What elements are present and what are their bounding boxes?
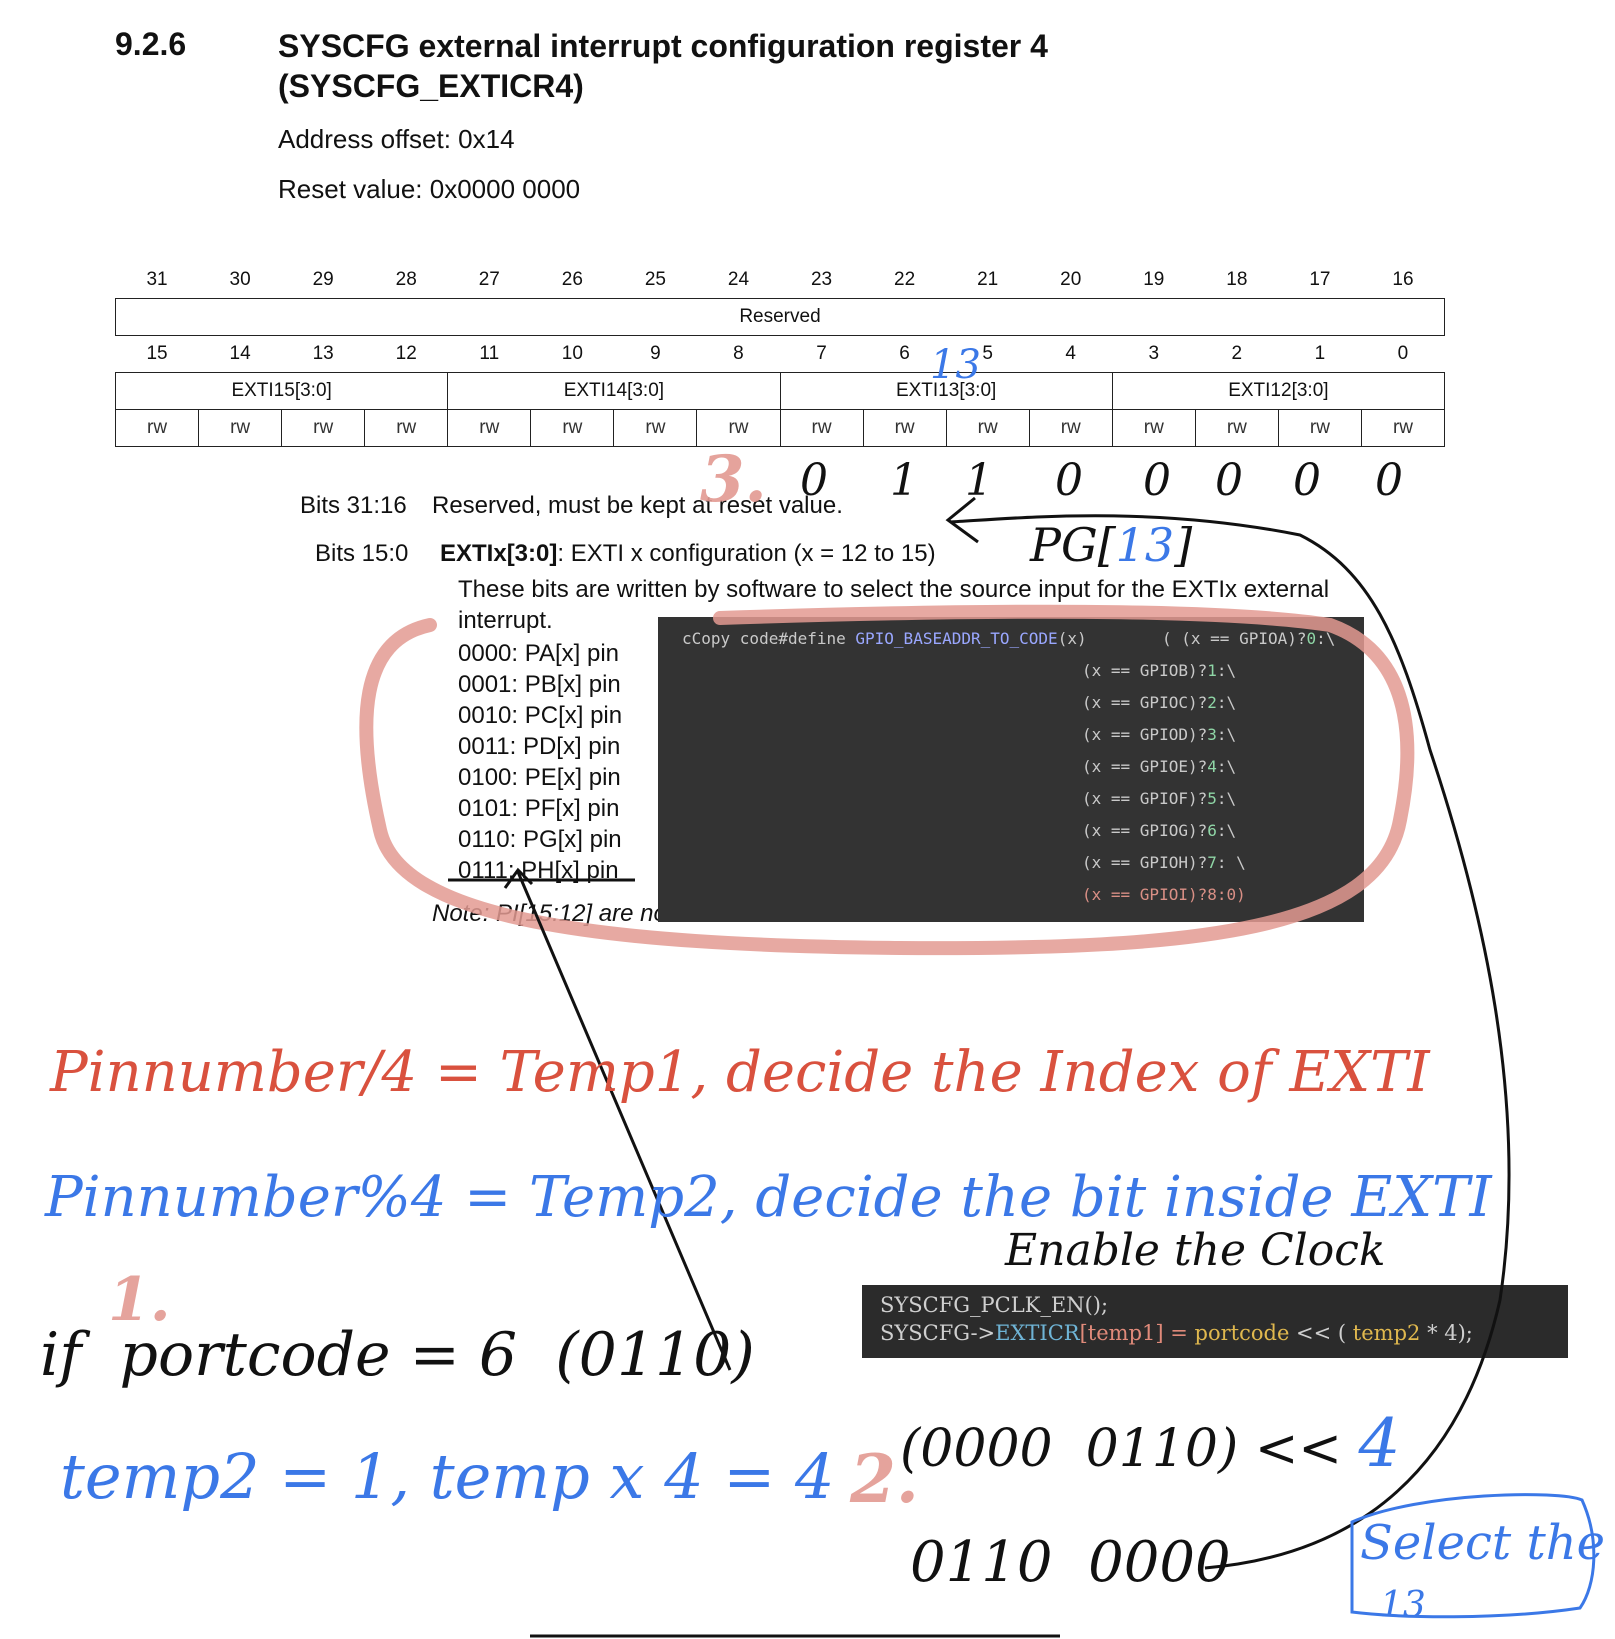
shift-expression: (0000 0110) << 4 bbox=[900, 1405, 1401, 1482]
select-the-note: Select the bbox=[1360, 1515, 1606, 1571]
temp2-calc-note: temp2 = 1, temp x 4 = 4 bbox=[60, 1440, 835, 1513]
bit-value: 0 bbox=[1055, 455, 1083, 506]
bit-value: 1 bbox=[890, 455, 918, 506]
pg13-number: 13 bbox=[1115, 518, 1175, 572]
handwriting-strokes bbox=[359, 496, 1596, 1638]
bit-value: 0 bbox=[1293, 455, 1321, 506]
step-3-marker: 3. bbox=[700, 442, 767, 517]
select-13-note: 13 bbox=[1380, 1585, 1426, 1626]
shift-amount: 4 bbox=[1358, 1405, 1401, 1482]
handwritten-temp1-note: Pinnumber/4 = Temp1, decide the Index of… bbox=[50, 1040, 1430, 1105]
bit-value: 0 bbox=[1143, 455, 1171, 506]
bit-value: 0 bbox=[1215, 455, 1243, 506]
bit-value: 0 bbox=[800, 455, 828, 506]
highlight-loop bbox=[359, 604, 1415, 956]
pg13-label: PG[13] bbox=[1030, 518, 1192, 572]
shift-operand: (0000 0110) << bbox=[900, 1419, 1342, 1479]
enable-clock-note: Enable the Clock bbox=[1005, 1225, 1386, 1276]
pg13-prefix: PG[ bbox=[1030, 518, 1116, 572]
bit-value: 1 bbox=[965, 455, 993, 506]
handwritten-13-label: 13 bbox=[930, 342, 981, 388]
shift-result: 0110 0000 bbox=[910, 1530, 1231, 1595]
bit-value: 0 bbox=[1375, 455, 1403, 506]
handwritten-temp2-note: Pinnumber%4 = Temp2, decide the bit insi… bbox=[45, 1165, 1492, 1230]
pg13-suffix: ] bbox=[1174, 518, 1193, 572]
portcode-note: if portcode = 6 (0110) bbox=[40, 1320, 755, 1390]
